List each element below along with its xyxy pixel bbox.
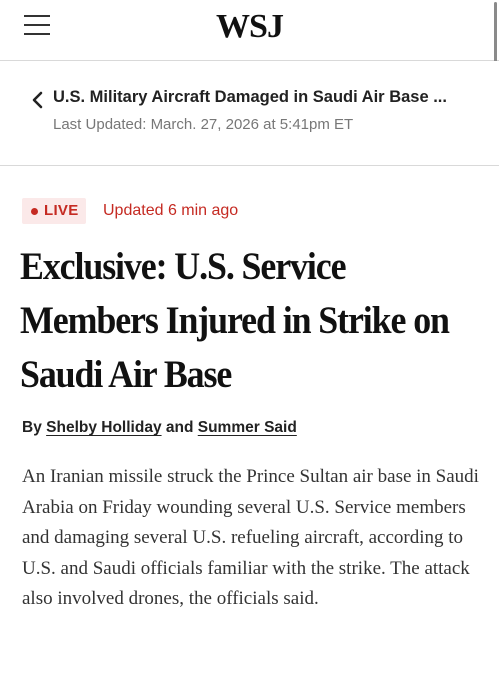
- live-badge-label: LIVE: [44, 202, 79, 219]
- wsj-logo[interactable]: WSJ: [0, 8, 499, 46]
- byline-conjunction: and: [165, 419, 194, 436]
- chevron-left-icon[interactable]: [30, 91, 44, 109]
- top-navigation-bar: WSJ: [0, 0, 499, 61]
- live-coverage-title[interactable]: U.S. Military Aircraft Damaged in Saudi …: [53, 88, 483, 107]
- byline-prefix: By: [22, 419, 42, 436]
- updated-ago-label: Updated 6 min ago: [103, 202, 239, 219]
- article-body-paragraph: An Iranian missile struck the Prince Sul…: [22, 466, 479, 609]
- article-byline: By Shelby Holliday and Summer Said: [22, 419, 297, 437]
- article-headline: Exclusive: U.S. Service Members Injured …: [20, 245, 450, 396]
- author-link-summer-said[interactable]: Summer Said: [198, 419, 297, 436]
- last-updated-timestamp: Last Updated: March. 27, 2026 at 5:41pm …: [53, 116, 354, 133]
- author-link-shelby-holliday[interactable]: Shelby Holliday: [46, 419, 161, 436]
- live-badge: LIVE: [22, 198, 86, 224]
- live-coverage-banner[interactable]: U.S. Military Aircraft Damaged in Saudi …: [0, 61, 499, 166]
- live-dot-icon: [31, 208, 38, 215]
